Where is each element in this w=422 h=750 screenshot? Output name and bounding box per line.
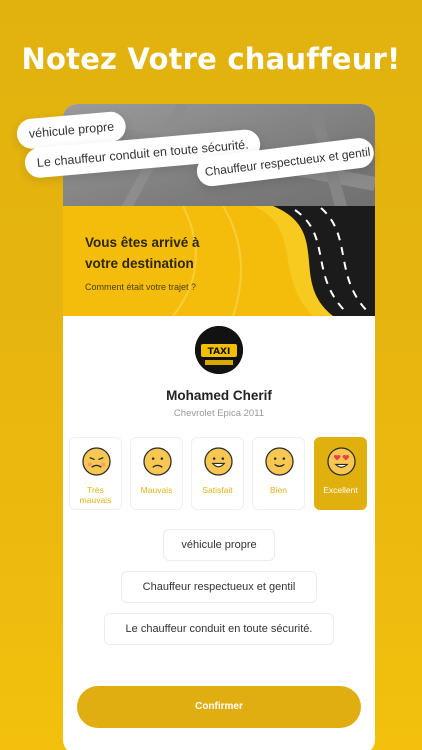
sad-face-icon bbox=[143, 447, 172, 476]
angry-face-icon bbox=[82, 447, 111, 476]
driver-car: Chevrolet Epica 2011 bbox=[173, 408, 265, 419]
driver-name: Mohamed Cherif bbox=[166, 388, 272, 403]
arrival-banner: Vous êtes arrivé à votre destination Com… bbox=[63, 206, 375, 316]
side-handle bbox=[63, 592, 69, 686]
confirm-button[interactable]: Confirmer bbox=[77, 686, 361, 728]
rating-tres-mauvais[interactable]: Très mauvais bbox=[69, 437, 122, 510]
rating-options: Très mauvais Mauvais Satisfait Bien Exce… bbox=[69, 437, 369, 511]
chip-vehicule-propre[interactable]: véhicule propre bbox=[163, 529, 275, 561]
rating-label: Satisfait bbox=[202, 485, 233, 495]
rating-label: Mauvais bbox=[140, 485, 173, 495]
chip-chauffeur-respectueux[interactable]: Chauffeur respectueux et gentil bbox=[121, 571, 317, 603]
smile-face-icon bbox=[265, 447, 294, 476]
chip-conduite-securite[interactable]: Le chauffeur conduit en toute sécurité. bbox=[104, 613, 334, 645]
taxi-sign-icon: TAXI bbox=[195, 326, 243, 374]
rating-label: Excellent bbox=[323, 485, 358, 495]
phone-screen: Vous êtes arrivé à votre destination Com… bbox=[63, 104, 375, 750]
arrival-subtitle: Comment était votre trajet ? bbox=[85, 282, 197, 292]
rating-label: Bien bbox=[269, 485, 287, 495]
happy-face-icon bbox=[204, 447, 233, 476]
heart-eyes-face-icon bbox=[327, 447, 356, 476]
driver-avatar: TAXI bbox=[195, 326, 243, 374]
headline: Notez Votre chauffeur! bbox=[21, 42, 401, 76]
rating-satisfait[interactable]: Satisfait bbox=[191, 437, 244, 510]
rating-label: Très mauvais bbox=[79, 485, 112, 505]
rating-mauvais[interactable]: Mauvais bbox=[130, 437, 183, 510]
rating-excellent[interactable]: Excellent bbox=[314, 437, 367, 510]
avatar-taxi-text: TAXI bbox=[208, 347, 231, 357]
arrival-title: Vous êtes arrivé à votre destination bbox=[85, 235, 200, 271]
rating-bien[interactable]: Bien bbox=[252, 437, 305, 510]
